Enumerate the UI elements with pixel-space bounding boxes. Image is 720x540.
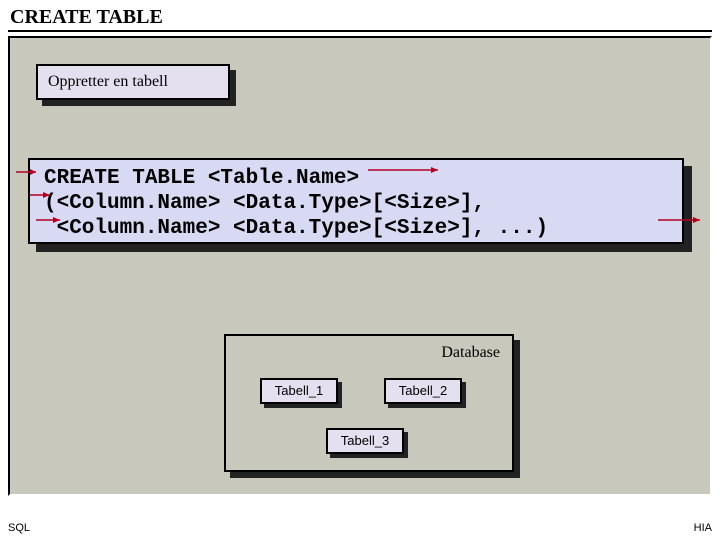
slide: CREATE TABLE Oppretter en tabell CREATE … xyxy=(0,0,720,540)
subtitle-group: Oppretter en tabell xyxy=(36,64,236,106)
code-line-1: CREATE TABLE <Table.Name> xyxy=(44,167,359,190)
code-line-3: <Column.Name> <Data.Type>[<Size>], ...) xyxy=(44,217,548,240)
database-heading: Database xyxy=(441,344,500,362)
table-box-3: Tabell_3 xyxy=(326,428,412,460)
database-box: Database Tabell_1 Tabell_2 Tabell_3 xyxy=(224,334,514,472)
subtitle-box: Oppretter en tabell xyxy=(36,64,230,100)
database-group: Database Tabell_1 Tabell_2 Tabell_3 xyxy=(224,334,524,482)
table-box-1: Tabell_1 xyxy=(260,378,346,410)
footer-right: HIA xyxy=(694,522,712,534)
table-label-3: Tabell_3 xyxy=(326,428,404,454)
code-box: CREATE TABLE <Table.Name> (<Column.Name>… xyxy=(28,158,684,244)
slide-title: CREATE TABLE xyxy=(8,4,712,32)
table-label-2: Tabell_2 xyxy=(384,378,462,404)
table-box-2: Tabell_2 xyxy=(384,378,470,410)
table-label-1: Tabell_1 xyxy=(260,378,338,404)
main-panel: Oppretter en tabell CREATE TABLE <Table.… xyxy=(8,36,712,496)
footer-left: SQL xyxy=(8,522,30,534)
code-group: CREATE TABLE <Table.Name> (<Column.Name>… xyxy=(28,158,696,254)
code-line-2: (<Column.Name> <Data.Type>[<Size>], xyxy=(44,192,485,215)
